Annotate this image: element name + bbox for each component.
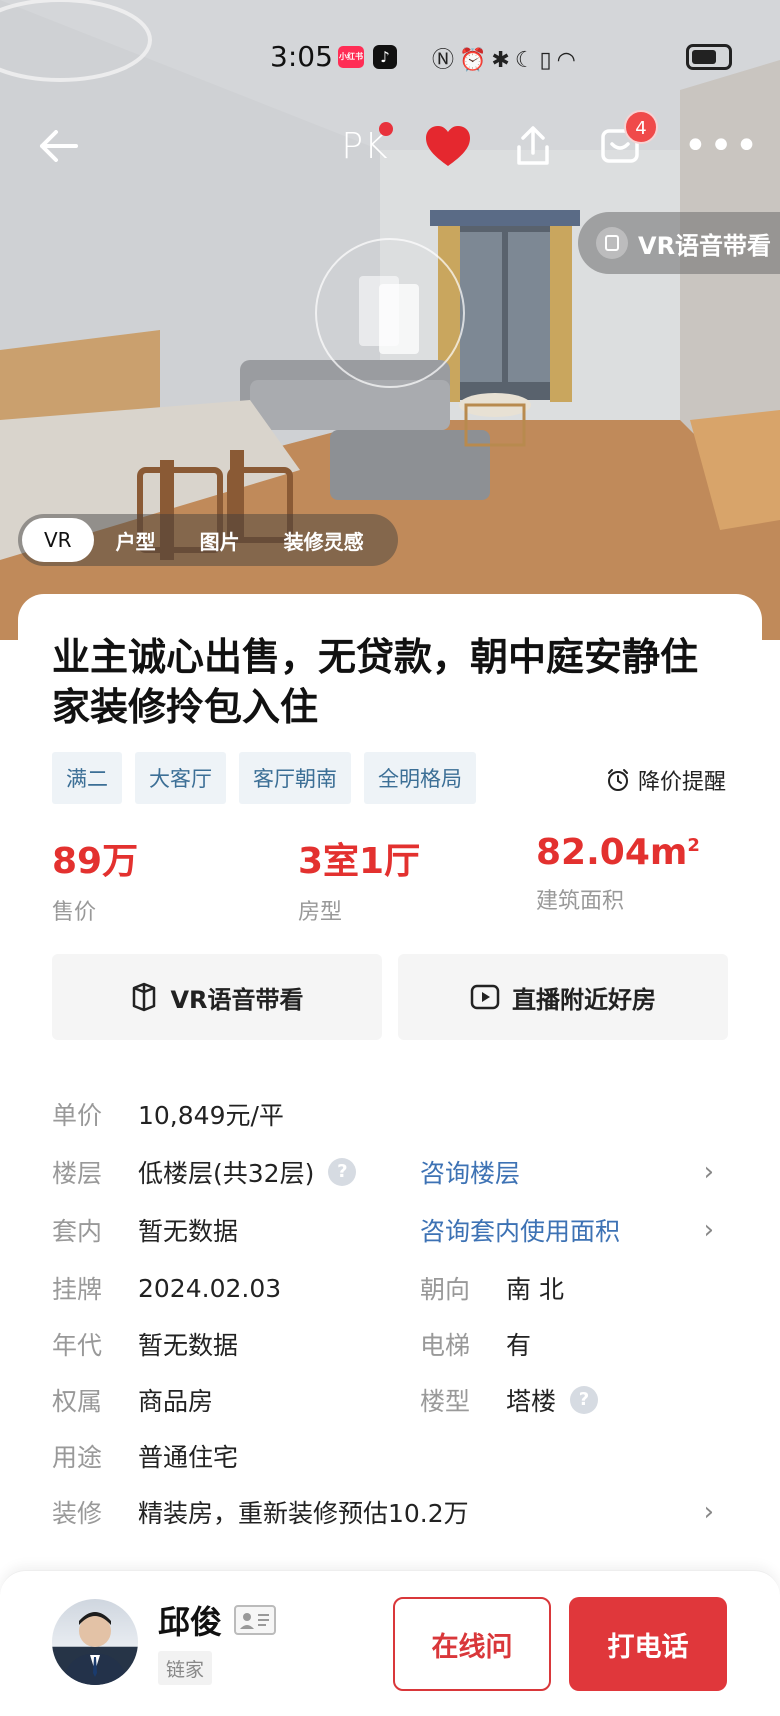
row-unit-price: 单价 10,849元/平 [52, 1101, 284, 1130]
favorite-heart-icon[interactable] [420, 118, 476, 174]
agent-avatar[interactable] [52, 1599, 138, 1685]
share-icon[interactable] [505, 118, 561, 174]
ask-inner-area-link[interactable]: 咨询套内使用面积 [420, 1212, 620, 1248]
vr-voice-tour-pill[interactable]: VR语音带看 [578, 212, 780, 274]
tab-vr[interactable]: VR [22, 518, 94, 562]
tag-item: 满二 [52, 752, 122, 804]
vr-photo-hero[interactable]: 3:05 小红书 ♪ Ⓝ⏰✱☾▯◠ PK 4 ••• VR语音带看 VR 户型 … [0, 0, 780, 640]
vr-play-icon[interactable] [315, 238, 465, 388]
back-arrow-icon[interactable] [30, 118, 86, 174]
row-elevator: 电梯 有 [420, 1331, 532, 1360]
price-label: 售价 [52, 900, 97, 925]
agent-company-badge: 链家 [158, 1651, 213, 1685]
listing-title: 业主诚心出售，无贷款，朝中庭安静住家装修拎包入住 [52, 635, 699, 729]
help-icon[interactable]: ? [570, 1386, 599, 1414]
vr-cube-icon [596, 227, 628, 259]
vr-voice-tour-button[interactable]: VR语音带看 [52, 954, 382, 1040]
row-floor: 楼层 低楼层(共32层) ? 咨询楼层 › [52, 1152, 742, 1192]
xiaohongshu-app-icon: 小红书 [338, 46, 364, 68]
row-listed-date: 挂牌 2024.02.03 [52, 1273, 282, 1305]
row-ownership: 权属 商品房 [52, 1387, 214, 1416]
media-tabs: VR 户型 图片 装修灵感 [18, 514, 398, 566]
ask-floor-link[interactable]: 咨询楼层 [420, 1154, 520, 1190]
price-value: 89万 [52, 841, 139, 882]
kpi-layout: 3室1厅 房型 [298, 832, 420, 926]
layout-value: 3室1厅 [298, 841, 421, 882]
pk-compare-button[interactable]: PK [333, 118, 397, 174]
row-decoration[interactable]: 装修 精装房，重新装修预估10.2万 › [52, 1492, 742, 1532]
area-value: 82.04m2 [536, 832, 700, 873]
listing-tags: 满二 大客厅 客厅朝南 全明格局 [52, 752, 489, 804]
id-card-icon[interactable] [234, 1605, 276, 1635]
tab-decor-inspiration[interactable]: 装修灵感 [262, 518, 386, 562]
price-drop-alert-button[interactable]: 降价提醒 [606, 764, 726, 796]
help-icon[interactable]: ? [328, 1158, 357, 1186]
status-time: 3:05 [270, 40, 333, 73]
chevron-right-icon[interactable]: › [704, 1157, 714, 1187]
chevron-right-icon[interactable]: › [704, 1497, 714, 1527]
area-label: 建筑面积 [536, 889, 625, 914]
battery-icon [686, 44, 732, 70]
row-year: 年代 暂无数据 [52, 1331, 239, 1360]
layout-label: 房型 [298, 900, 343, 925]
play-video-icon [470, 984, 500, 1010]
tiktok-app-icon: ♪ [373, 45, 397, 69]
agent-name: 邱俊 [158, 1603, 223, 1641]
alarm-clock-icon [607, 769, 628, 791]
live-nearby-button[interactable]: 直播附近好房 [398, 954, 728, 1040]
row-inner-area: 套内 暂无数据 咨询套内使用面积 › [52, 1210, 742, 1250]
listing-card: 业主诚心出售，无贷款，朝中庭安静住家装修拎包入住 满二 大客厅 客厅朝南 全明格… [18, 594, 762, 1674]
more-options-icon[interactable]: ••• [684, 118, 759, 174]
tag-item: 客厅朝南 [239, 752, 351, 804]
agent-contact-bar: 邱俊 链家 在线问 打电话 [0, 1570, 780, 1716]
tag-item: 大客厅 [135, 752, 226, 804]
chevron-right-icon[interactable]: › [704, 1215, 714, 1245]
vr-button-label: VR语音带看 [170, 985, 304, 1014]
messages-icon[interactable]: 4 [592, 110, 658, 174]
pk-notification-dot [379, 122, 393, 136]
call-button[interactable]: 打电话 [569, 1597, 727, 1691]
row-orientation: 朝向 南 北 [420, 1275, 564, 1304]
live-button-label: 直播附近好房 [512, 985, 656, 1014]
tag-item: 全明格局 [364, 752, 476, 804]
kpi-area: 82.04m2 建筑面积 [536, 832, 700, 915]
tab-photos[interactable]: 图片 [178, 518, 262, 562]
listing-page: 3:05 小红书 ♪ Ⓝ⏰✱☾▯◠ PK 4 ••• VR语音带看 VR 户型 … [0, 0, 780, 1716]
vr-voice-label: VR语音带看 [638, 231, 772, 260]
row-building-type: 楼型 塔楼 ? [420, 1380, 599, 1420]
status-bar: 3:05 小红书 ♪ Ⓝ⏰✱☾▯◠ [0, 34, 780, 78]
online-chat-button[interactable]: 在线问 [393, 1597, 551, 1691]
price-alert-label: 降价提醒 [637, 770, 726, 795]
tab-floorplan[interactable]: 户型 [94, 518, 178, 562]
row-usage: 用途 普通住宅 [52, 1443, 239, 1472]
message-count-badge: 4 [624, 110, 658, 144]
kpi-price: 89万 售价 [52, 832, 138, 926]
vr-cube-icon [133, 982, 156, 1012]
system-status-icons: Ⓝ⏰✱☾▯◠ [432, 48, 581, 73]
